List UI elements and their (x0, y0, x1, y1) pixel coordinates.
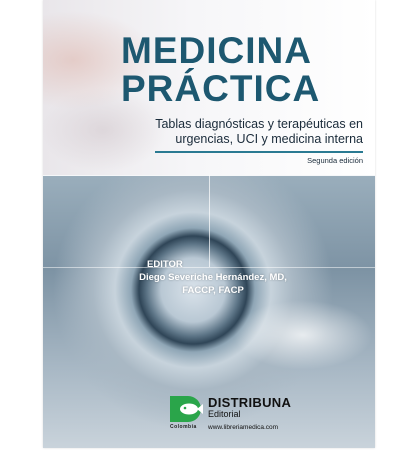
subtitle-line: urgencias, UCI y medicina interna (175, 132, 363, 146)
book-cover: MEDICINA PRÁCTICA Tablas diagnósticas y … (43, 0, 375, 448)
editor-block: EDITOR Diego Severiche Hernández, MD, FA… (73, 258, 353, 297)
book-title: MEDICINA PRÁCTICA (121, 32, 371, 108)
publisher-country: Colombia (170, 424, 197, 430)
editor-label: EDITOR (147, 259, 183, 270)
title-line: PRÁCTICA (121, 68, 321, 109)
editor-name: Diego Severiche Hernández, MD, (139, 272, 287, 283)
publisher-subtitle: Editorial (208, 409, 241, 419)
subtitle-underline (155, 151, 363, 153)
divider-line (209, 175, 210, 267)
publisher-block: DISTRIBUNA Editorial Colombia www.librer… (170, 388, 370, 438)
light-glow (233, 300, 373, 370)
editor-credentials: FACCP, FACP (182, 285, 244, 296)
distribuna-logo-icon (170, 396, 204, 422)
publisher-name: DISTRIBUNA (208, 395, 292, 410)
subtitle-line: Tablas diagnósticas y terapéuticas en (155, 117, 363, 131)
title-line: MEDICINA (121, 30, 312, 71)
publisher-url[interactable]: www.libreriamedica.com (208, 424, 278, 431)
edition-label: Segunda edición (307, 156, 363, 165)
book-subtitle: Tablas diagnósticas y terapéuticas en ur… (113, 117, 363, 147)
